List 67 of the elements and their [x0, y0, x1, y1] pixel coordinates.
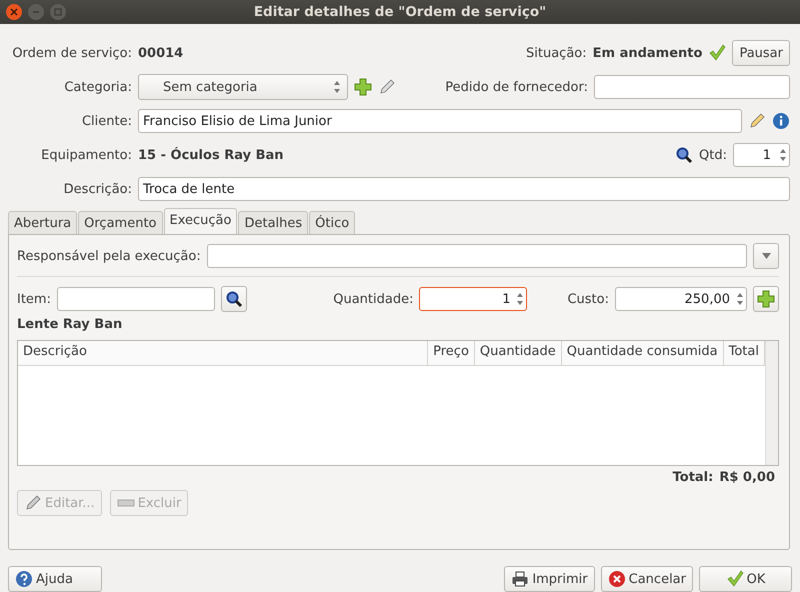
item-field[interactable]	[56, 287, 215, 311]
cancel-icon	[608, 570, 626, 588]
spin-arrows-icon[interactable]	[779, 147, 787, 163]
tab[interactable]: Abertura	[8, 211, 78, 235]
supplier-order-label: Pedido de fornecedor:	[445, 80, 588, 94]
description-field[interactable]: Troca de lente	[138, 177, 790, 201]
scrollbar[interactable]	[765, 341, 778, 465]
search-button[interactable]	[220, 286, 247, 312]
quantity-label: Qtd:	[699, 148, 727, 162]
column-header[interactable]: Total	[724, 341, 765, 366]
responsible-field[interactable]	[206, 244, 747, 268]
add-icon[interactable]	[354, 78, 372, 96]
column-header[interactable]: Quantidade	[474, 341, 562, 366]
caret-icon[interactable]	[762, 253, 770, 259]
client-field[interactable]: Franciso Elisio de Lima Junior	[138, 109, 742, 133]
quantity-label: Quantidade:	[333, 292, 414, 306]
pause-button[interactable]: Pausar	[732, 40, 790, 66]
product-name: Lente Ray Ban	[17, 317, 124, 332]
total-label: Total:	[672, 470, 714, 484]
cost-spin-field[interactable]: 250,00	[615, 287, 747, 311]
pencil-icon[interactable]	[748, 112, 766, 130]
cancel-button[interactable]: Cancelar	[600, 566, 693, 592]
status-label: Situação:	[526, 46, 587, 60]
category-combo[interactable]: Sem categoria	[138, 74, 348, 100]
category-label: Categoria:	[63, 80, 132, 94]
tab[interactable]: Detalhes	[238, 211, 308, 235]
add-button[interactable]	[753, 286, 779, 312]
tab[interactable]: Execução	[164, 208, 238, 235]
tab[interactable]: Ótico	[309, 211, 356, 235]
help-button[interactable]: Ajuda	[8, 566, 102, 592]
search-icon[interactable]	[675, 146, 694, 164]
column-header[interactable]: Preço	[428, 341, 475, 366]
tab[interactable]: Orçamento	[78, 211, 162, 235]
column-header[interactable]: Quantidade consumida	[562, 341, 724, 366]
client-label: Cliente:	[80, 114, 132, 128]
spin-arrows-icon[interactable]	[516, 291, 524, 307]
check-icon	[726, 570, 744, 588]
close-button[interactable]	[6, 4, 22, 20]
info-icon[interactable]	[772, 112, 790, 130]
description-label: Descrição:	[62, 182, 132, 196]
column-header[interactable]: Descrição	[18, 341, 428, 366]
equipment-label: Equipamento:	[40, 148, 132, 162]
search-icon[interactable]	[224, 290, 243, 308]
supplier-order-field[interactable]	[594, 75, 790, 99]
total-value: R$ 0,00	[719, 470, 775, 484]
close-icon[interactable]	[10, 8, 18, 16]
quantity-spin-field[interactable]: 1	[733, 143, 790, 167]
order-label: Ordem de serviço:	[11, 46, 132, 60]
minus-icon	[116, 499, 135, 507]
spin-arrows-icon[interactable]	[333, 79, 341, 95]
cost-label: Custo:	[567, 292, 609, 306]
add-icon[interactable]	[757, 290, 775, 308]
equipment-value: 15 - Óculos Ray Ban	[138, 148, 284, 162]
quantity-spin-field[interactable]: 1	[419, 287, 528, 311]
spin-arrows-icon[interactable]	[736, 291, 744, 307]
ok-button[interactable]: OK	[699, 566, 792, 592]
pencil-icon[interactable]	[378, 78, 396, 96]
responsible-label: Responsável pela execução:	[17, 248, 201, 264]
help-icon	[15, 570, 33, 588]
printer-icon	[511, 570, 530, 588]
window-title: Editar detalhes de "Ordem de serviço"	[254, 4, 546, 20]
dropdown-button[interactable]	[753, 243, 779, 269]
order-number: 00014	[138, 46, 184, 60]
print-button[interactable]: Imprimir	[504, 566, 595, 592]
status-value: Em andamento	[592, 46, 702, 60]
item-label: Item:	[17, 292, 51, 306]
status-check-icon	[708, 44, 726, 62]
